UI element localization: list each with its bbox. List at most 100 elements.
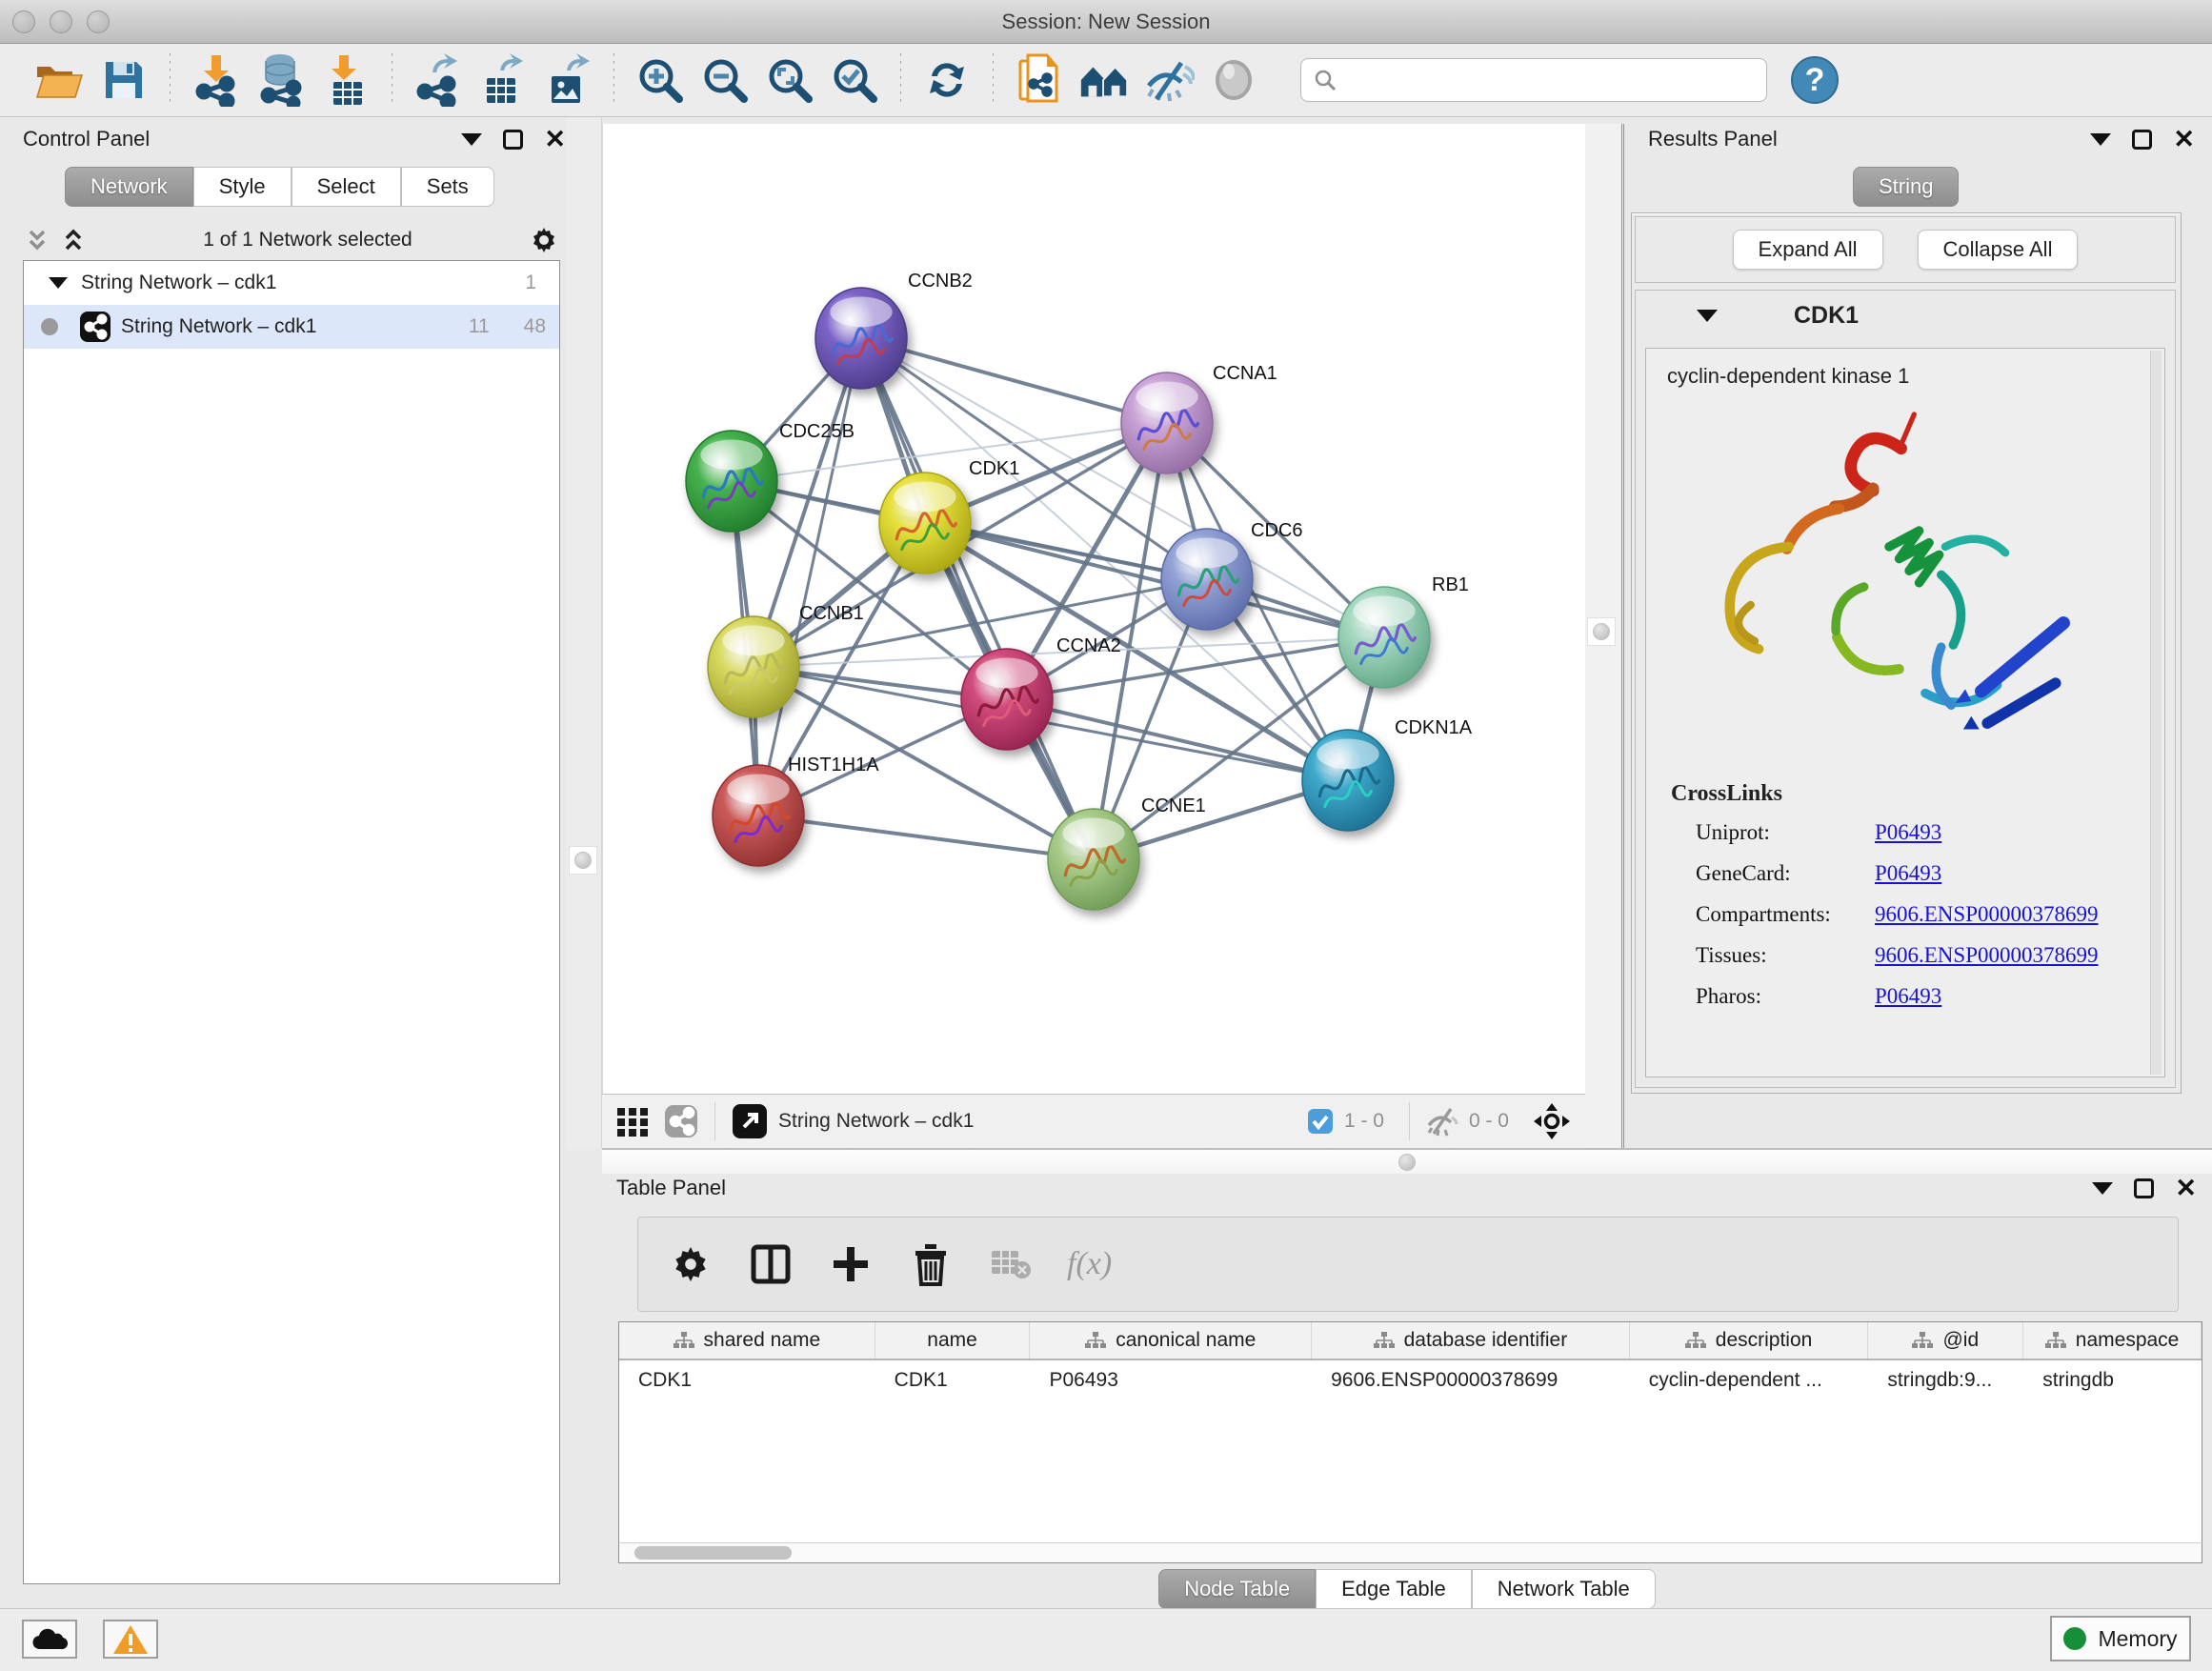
network-node-cdk1[interactable] xyxy=(879,473,971,574)
network-node-ccna2[interactable] xyxy=(961,649,1053,750)
panel-close-icon[interactable]: ✕ xyxy=(2175,1178,2197,1198)
panel-menu-icon[interactable] xyxy=(2092,1182,2113,1195)
column-header-shared-name[interactable]: shared name xyxy=(619,1322,875,1359)
tab-node-table[interactable]: Node Table xyxy=(1158,1569,1316,1609)
hidden-eye-icon[interactable] xyxy=(1425,1106,1459,1137)
panel-float-icon[interactable] xyxy=(2134,1178,2154,1198)
results-scrollbar[interactable] xyxy=(2150,351,2162,1075)
zoom-fit-icon[interactable] xyxy=(763,53,816,107)
panel-menu-icon[interactable] xyxy=(461,133,482,146)
splitter-handle-icon[interactable] xyxy=(574,852,592,869)
table-cell[interactable]: CDK1 xyxy=(619,1360,875,1400)
show-all-icon[interactable] xyxy=(1207,53,1260,107)
import-table-from-file-icon[interactable] xyxy=(319,53,372,107)
tab-style[interactable]: Style xyxy=(193,167,292,207)
network-collection-row[interactable]: String Network – cdk1 1 xyxy=(24,261,559,305)
network-node-ccnb1[interactable] xyxy=(708,616,799,717)
refresh-view-icon[interactable] xyxy=(920,53,974,107)
warnings-button[interactable] xyxy=(103,1620,158,1659)
pan-crosshair-icon[interactable] xyxy=(1532,1101,1572,1141)
table-row[interactable]: CDK1CDK1P064939606.ENSP00000378699cyclin… xyxy=(619,1360,2202,1400)
export-image-icon[interactable] xyxy=(541,53,594,107)
network-edge[interactable] xyxy=(861,338,1094,859)
left-splitter[interactable] xyxy=(566,117,602,1148)
save-session-icon[interactable] xyxy=(97,53,151,107)
expand-all-icon[interactable] xyxy=(59,226,88,254)
crosslink-link[interactable]: P06493 xyxy=(1875,820,1941,845)
collapse-all-button[interactable]: Collapse All xyxy=(1918,230,2079,270)
column-header-namespace[interactable]: namespace xyxy=(2023,1322,2202,1359)
memory-button[interactable]: Memory xyxy=(2050,1616,2191,1661)
tab-select[interactable]: Select xyxy=(292,167,401,207)
column-header--id[interactable]: @id xyxy=(1868,1322,2023,1359)
help-button[interactable]: ? xyxy=(1788,53,1841,107)
panel-menu-icon[interactable] xyxy=(2090,133,2111,146)
delete-column-trash-icon[interactable] xyxy=(907,1240,955,1288)
export-network-icon[interactable] xyxy=(412,53,465,107)
network-edge[interactable] xyxy=(1007,699,1348,780)
panel-close-icon[interactable]: ✕ xyxy=(2173,130,2195,150)
right-splitter[interactable] xyxy=(1585,124,1624,1148)
new-network-from-selection-icon[interactable] xyxy=(1013,53,1066,107)
cloud-status-button[interactable] xyxy=(22,1620,77,1659)
search-input[interactable] xyxy=(1337,70,1738,91)
table-cell[interactable]: stringdb:9... xyxy=(1868,1360,2023,1400)
network-node-ccne1[interactable] xyxy=(1048,809,1139,910)
birdseye-view-icon[interactable] xyxy=(615,1104,650,1138)
splitter-handle-icon[interactable] xyxy=(1398,1154,1416,1171)
table-cell[interactable]: CDK1 xyxy=(875,1360,1031,1400)
crosslink-link[interactable]: 9606.ENSP00000378699 xyxy=(1875,943,2099,968)
tab-string[interactable]: String xyxy=(1853,167,1959,207)
network-node-ccna1[interactable] xyxy=(1121,372,1213,473)
open-session-icon[interactable] xyxy=(32,53,86,107)
collapse-all-icon[interactable] xyxy=(23,226,51,254)
splitter-handle-icon[interactable] xyxy=(1593,623,1610,640)
column-header-name[interactable]: name xyxy=(875,1322,1031,1359)
scrollbar-thumb[interactable] xyxy=(634,1546,792,1560)
show-column-panel-icon[interactable] xyxy=(747,1240,794,1288)
column-header-database-identifier[interactable]: database identifier xyxy=(1312,1322,1630,1359)
crosslink-link[interactable]: P06493 xyxy=(1875,861,1941,886)
column-header-description[interactable]: description xyxy=(1630,1322,1869,1359)
export-table-icon[interactable] xyxy=(476,53,530,107)
network-edge[interactable] xyxy=(758,815,1094,859)
panel-float-icon[interactable] xyxy=(2132,130,2152,150)
zoom-out-icon[interactable] xyxy=(698,53,752,107)
tab-edge-table[interactable]: Edge Table xyxy=(1316,1569,1472,1609)
network-edge[interactable] xyxy=(758,338,861,815)
open-in-browser-icon[interactable] xyxy=(731,1102,769,1140)
tab-network[interactable]: Network xyxy=(65,167,193,207)
import-network-from-file-icon[interactable] xyxy=(190,53,243,107)
hide-selected-icon[interactable] xyxy=(1142,53,1196,107)
column-header-canonical-name[interactable]: canonical name xyxy=(1030,1322,1312,1359)
network-options-gear-icon[interactable] xyxy=(528,224,560,256)
network-overview-icon[interactable] xyxy=(663,1103,699,1139)
network-node-hist1h1a[interactable] xyxy=(713,765,804,866)
network-node-cdc6[interactable] xyxy=(1161,529,1253,630)
expand-all-button[interactable]: Expand All xyxy=(1733,230,1883,270)
table-cell[interactable]: cyclin-dependent ... xyxy=(1630,1360,1869,1400)
horizontal-splitter[interactable] xyxy=(602,1148,2212,1174)
network-node-cdkn1a[interactable] xyxy=(1302,730,1394,831)
zoom-selected-icon[interactable] xyxy=(828,53,881,107)
panel-float-icon[interactable] xyxy=(503,130,523,150)
crosslink-link[interactable]: 9606.ENSP00000378699 xyxy=(1875,902,2099,927)
table-cell[interactable]: stringdb xyxy=(2023,1360,2202,1400)
network-canvas[interactable]: CCNB2CCNA1CDC25BCDK1CDC6RB1CCNB1CCNA2CDK… xyxy=(602,124,1585,1094)
first-neighbors-icon[interactable] xyxy=(1077,53,1131,107)
section-expander-icon[interactable] xyxy=(1697,310,1718,322)
tab-sets[interactable]: Sets xyxy=(401,167,494,207)
network-node-rb1[interactable] xyxy=(1338,587,1430,688)
selected-checkbox-icon[interactable] xyxy=(1306,1107,1335,1136)
table-settings-gear-icon[interactable] xyxy=(667,1240,714,1288)
network-node-ccnb2[interactable] xyxy=(815,288,907,389)
import-network-from-database-icon[interactable] xyxy=(254,53,308,107)
table-horizontal-scrollbar[interactable] xyxy=(618,1542,2202,1563)
add-column-icon[interactable] xyxy=(827,1240,875,1288)
network-edges[interactable] xyxy=(732,338,1384,859)
tab-network-table[interactable]: Network Table xyxy=(1472,1569,1656,1609)
table-cell[interactable]: P06493 xyxy=(1030,1360,1312,1400)
collection-expander-icon[interactable] xyxy=(49,277,68,289)
network-graph[interactable]: CCNB2CCNA1CDC25BCDK1CDC6RB1CCNB1CCNA2CDK… xyxy=(603,124,1586,1094)
crosslink-link[interactable]: P06493 xyxy=(1875,984,1941,1009)
